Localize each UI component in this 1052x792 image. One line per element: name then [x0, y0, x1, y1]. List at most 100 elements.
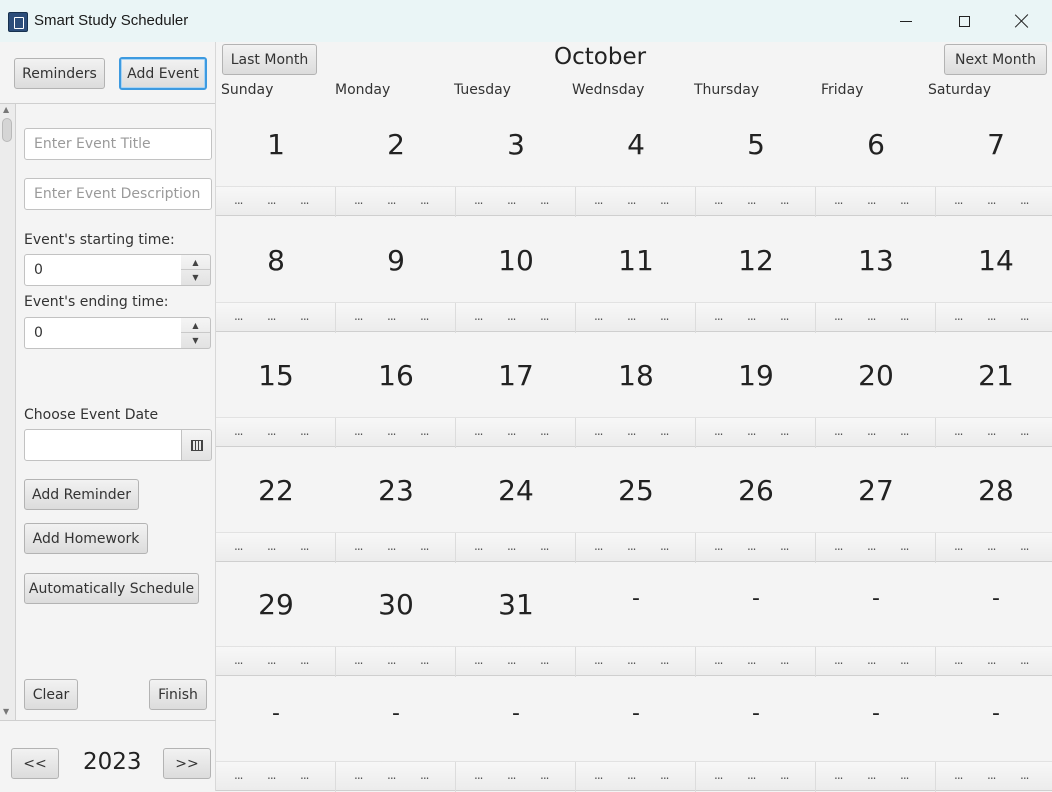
event-slot[interactable]: ...	[300, 193, 310, 207]
event-slot[interactable]: ...	[474, 653, 484, 667]
event-slot[interactable]: ...	[747, 768, 757, 782]
event-slot[interactable]: ...	[267, 193, 277, 207]
event-slot[interactable]: ...	[954, 539, 964, 553]
event-slot[interactable]: ...	[627, 193, 637, 207]
event-slot[interactable]: ...	[660, 424, 670, 438]
event-slot[interactable]: ...	[387, 309, 397, 323]
maximize-button[interactable]	[935, 0, 993, 42]
event-slot[interactable]: ...	[1020, 768, 1030, 782]
event-slot[interactable]: ...	[747, 309, 757, 323]
event-slot[interactable]: ...	[420, 539, 430, 553]
event-slot[interactable]: ...	[354, 193, 364, 207]
event-slot[interactable]: ...	[420, 653, 430, 667]
event-slot[interactable]: ...	[834, 653, 844, 667]
event-slot[interactable]: ...	[1020, 309, 1030, 323]
event-slot[interactable]: ...	[474, 193, 484, 207]
scroll-down-icon[interactable]: ▼	[3, 708, 9, 716]
event-slot[interactable]: ...	[900, 768, 910, 782]
event-slot[interactable]: ...	[834, 424, 844, 438]
event-slot[interactable]: ...	[714, 768, 724, 782]
chevron-down-icon[interactable]: ▼	[181, 333, 210, 348]
event-slot[interactable]: ...	[660, 309, 670, 323]
event-slot[interactable]: ...	[420, 424, 430, 438]
add-reminder-button[interactable]: Add Reminder	[24, 479, 139, 510]
event-slot[interactable]: ...	[420, 193, 430, 207]
event-slot[interactable]: ...	[507, 653, 517, 667]
event-slot[interactable]: ...	[834, 768, 844, 782]
event-slot[interactable]: ...	[714, 653, 724, 667]
event-slot[interactable]: ...	[987, 768, 997, 782]
chevron-down-icon[interactable]: ▼	[181, 270, 210, 285]
event-slot[interactable]: ...	[387, 653, 397, 667]
event-slot[interactable]: ...	[594, 309, 604, 323]
event-slot[interactable]: ...	[627, 539, 637, 553]
event-slot[interactable]: ...	[900, 309, 910, 323]
event-slot[interactable]: ...	[387, 193, 397, 207]
event-slot[interactable]: ...	[354, 539, 364, 553]
event-slot[interactable]: ...	[987, 309, 997, 323]
event-slot[interactable]: ...	[474, 309, 484, 323]
event-slot[interactable]: ...	[867, 193, 877, 207]
event-title-input[interactable]: Enter Event Title	[24, 128, 212, 160]
event-slot[interactable]: ...	[867, 309, 877, 323]
event-slot[interactable]: ...	[780, 539, 790, 553]
event-slot[interactable]: ...	[1020, 653, 1030, 667]
date-picker-button[interactable]	[181, 429, 212, 461]
add-event-button[interactable]: Add Event	[119, 57, 207, 90]
event-slot[interactable]: ...	[267, 309, 277, 323]
last-month-button[interactable]: Last Month	[222, 44, 317, 75]
event-slot[interactable]: ...	[540, 309, 550, 323]
event-slot[interactable]: ...	[954, 309, 964, 323]
event-slot[interactable]: ...	[954, 424, 964, 438]
event-slot[interactable]: ...	[780, 309, 790, 323]
event-slot[interactable]: ...	[834, 309, 844, 323]
event-slot[interactable]: ...	[234, 539, 244, 553]
event-slot[interactable]: ...	[954, 768, 964, 782]
event-slot[interactable]: ...	[900, 193, 910, 207]
event-date-input[interactable]	[24, 429, 182, 461]
next-month-button[interactable]: Next Month	[944, 44, 1047, 75]
event-slot[interactable]: ...	[507, 193, 517, 207]
event-slot[interactable]: ...	[540, 653, 550, 667]
event-slot[interactable]: ...	[507, 424, 517, 438]
event-slot[interactable]: ...	[507, 539, 517, 553]
event-slot[interactable]: ...	[354, 653, 364, 667]
finish-button[interactable]: Finish	[149, 679, 207, 710]
event-slot[interactable]: ...	[354, 309, 364, 323]
event-slot[interactable]: ...	[234, 193, 244, 207]
event-slot[interactable]: ...	[987, 424, 997, 438]
event-slot[interactable]: ...	[1020, 424, 1030, 438]
event-slot[interactable]: ...	[234, 424, 244, 438]
event-slot[interactable]: ...	[780, 424, 790, 438]
event-slot[interactable]: ...	[354, 768, 364, 782]
event-slot[interactable]: ...	[780, 653, 790, 667]
event-slot[interactable]: ...	[594, 653, 604, 667]
add-homework-button[interactable]: Add Homework	[24, 523, 148, 554]
event-slot[interactable]: ...	[594, 193, 604, 207]
event-slot[interactable]: ...	[300, 424, 310, 438]
event-slot[interactable]: ...	[420, 309, 430, 323]
event-slot[interactable]: ...	[987, 539, 997, 553]
start-time-input[interactable]: 0	[24, 254, 182, 286]
event-slot[interactable]: ...	[747, 539, 757, 553]
start-time-stepper[interactable]: ▲ ▼	[181, 254, 211, 286]
event-slot[interactable]: ...	[267, 539, 277, 553]
event-slot[interactable]: ...	[660, 768, 670, 782]
event-slot[interactable]: ...	[627, 424, 637, 438]
event-slot[interactable]: ...	[507, 768, 517, 782]
event-slot[interactable]: ...	[747, 193, 757, 207]
close-button[interactable]	[993, 0, 1051, 42]
event-slot[interactable]: ...	[507, 309, 517, 323]
event-slot[interactable]: ...	[987, 653, 997, 667]
scroll-thumb[interactable]	[2, 118, 12, 142]
end-time-stepper[interactable]: ▲ ▼	[181, 317, 211, 349]
event-slot[interactable]: ...	[867, 768, 877, 782]
event-slot[interactable]: ...	[594, 424, 604, 438]
event-slot[interactable]: ...	[354, 424, 364, 438]
event-slot[interactable]: ...	[747, 424, 757, 438]
automatically-schedule-button[interactable]: Automatically Schedule	[24, 573, 199, 604]
reminders-button[interactable]: Reminders	[14, 58, 105, 89]
event-slot[interactable]: ...	[900, 539, 910, 553]
event-slot[interactable]: ...	[780, 193, 790, 207]
event-slot[interactable]: ...	[660, 193, 670, 207]
